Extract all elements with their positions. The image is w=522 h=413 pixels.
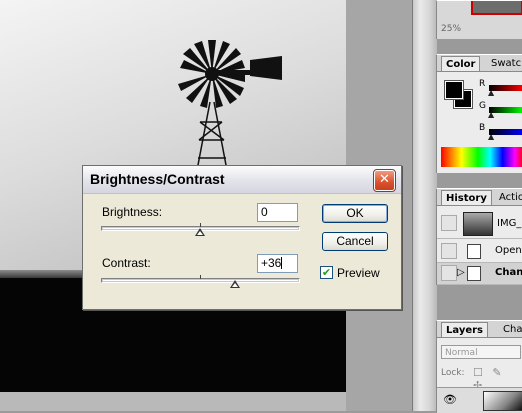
- tab-history[interactable]: History: [441, 190, 492, 205]
- color-palette: Color Swatc R ▲ G ▲ B ▲: [436, 54, 522, 173]
- history-brush-source-box[interactable]: [441, 243, 457, 259]
- document-scroll-area: [0, 392, 346, 411]
- eye-icon[interactable]: 👁: [443, 393, 457, 406]
- layers-palette: Layers Cha Normal Lock: ☐ ✎ ✢ 👁: [436, 320, 522, 413]
- windmill-image: [178, 40, 282, 166]
- contrast-field-value: +36: [261, 256, 282, 270]
- tab-channels[interactable]: Cha: [499, 322, 522, 337]
- ok-button[interactable]: OK: [322, 204, 388, 223]
- dialog-titlebar[interactable]: Brightness/Contrast ✕: [83, 166, 401, 194]
- history-step-icon: [467, 266, 481, 281]
- tab-layers[interactable]: Layers: [441, 322, 488, 337]
- navigator-view-box[interactable]: [471, 1, 522, 15]
- channel-label-r: R: [479, 79, 486, 89]
- brightness-label: Brightness:: [102, 205, 163, 219]
- layers-palette-tabs: Layers Cha: [437, 321, 522, 338]
- lock-label: Lock:: [441, 368, 465, 378]
- navigator-palette: 25%: [436, 0, 522, 39]
- close-button[interactable]: ✕: [373, 169, 396, 192]
- preview-label: Preview: [337, 266, 380, 280]
- dialog-title: Brightness/Contrast: [90, 171, 225, 187]
- history-palette-tabs: History Action: [437, 189, 522, 206]
- palette-well-divider[interactable]: [412, 0, 437, 411]
- color-palette-tabs: Color Swatc: [437, 55, 522, 72]
- history-item-label: Open: [495, 245, 522, 256]
- channel-label-b: B: [479, 123, 486, 133]
- contrast-slider-thumb[interactable]: [229, 280, 240, 288]
- brightness-center-mark: [200, 223, 201, 227]
- history-item-open[interactable]: Open: [437, 241, 522, 263]
- slider-track-g[interactable]: [489, 107, 522, 113]
- foreground-color-swatch[interactable]: [444, 80, 464, 100]
- tab-color[interactable]: Color: [441, 56, 481, 71]
- channel-label-g: G: [479, 101, 486, 111]
- contrast-center-mark: [200, 275, 201, 279]
- navigator-zoom-readout[interactable]: 25%: [441, 24, 461, 34]
- tab-actions[interactable]: Action: [495, 190, 522, 205]
- history-palette: History Action IMG_ Open ▷ Chan: [436, 188, 522, 285]
- slider-track-r[interactable]: [489, 85, 522, 91]
- history-state-pointer-icon[interactable]: ▷: [457, 267, 465, 278]
- color-spectrum-ramp[interactable]: [441, 147, 522, 167]
- brightness-contrast-dialog: Brightness/Contrast ✕ Brightness: 0 Cont…: [82, 165, 402, 310]
- contrast-field[interactable]: +36: [257, 254, 298, 273]
- blend-mode-select[interactable]: Normal: [441, 345, 521, 359]
- contrast-label: Contrast:: [102, 256, 151, 270]
- layer-row-background[interactable]: 👁: [437, 387, 522, 413]
- layer-thumbnail: [483, 391, 522, 411]
- history-snapshot-row[interactable]: IMG_: [437, 209, 522, 239]
- slider-track-b[interactable]: [489, 129, 522, 135]
- brightness-field[interactable]: 0: [257, 203, 298, 222]
- history-step-icon: [467, 244, 481, 259]
- snapshot-label: IMG_: [497, 218, 522, 229]
- text-cursor: [281, 257, 283, 269]
- cancel-button[interactable]: Cancel: [322, 232, 388, 251]
- preview-checkbox[interactable]: ✔: [320, 266, 333, 279]
- history-item-label: Chan: [495, 267, 522, 278]
- brightness-slider-thumb[interactable]: [194, 228, 205, 236]
- tab-swatches[interactable]: Swatc: [487, 56, 522, 71]
- history-brush-source-icon[interactable]: [441, 215, 457, 231]
- history-brush-source-box[interactable]: [441, 265, 457, 281]
- snapshot-thumbnail: [463, 212, 493, 236]
- history-item-current[interactable]: ▷ Chan: [437, 263, 522, 285]
